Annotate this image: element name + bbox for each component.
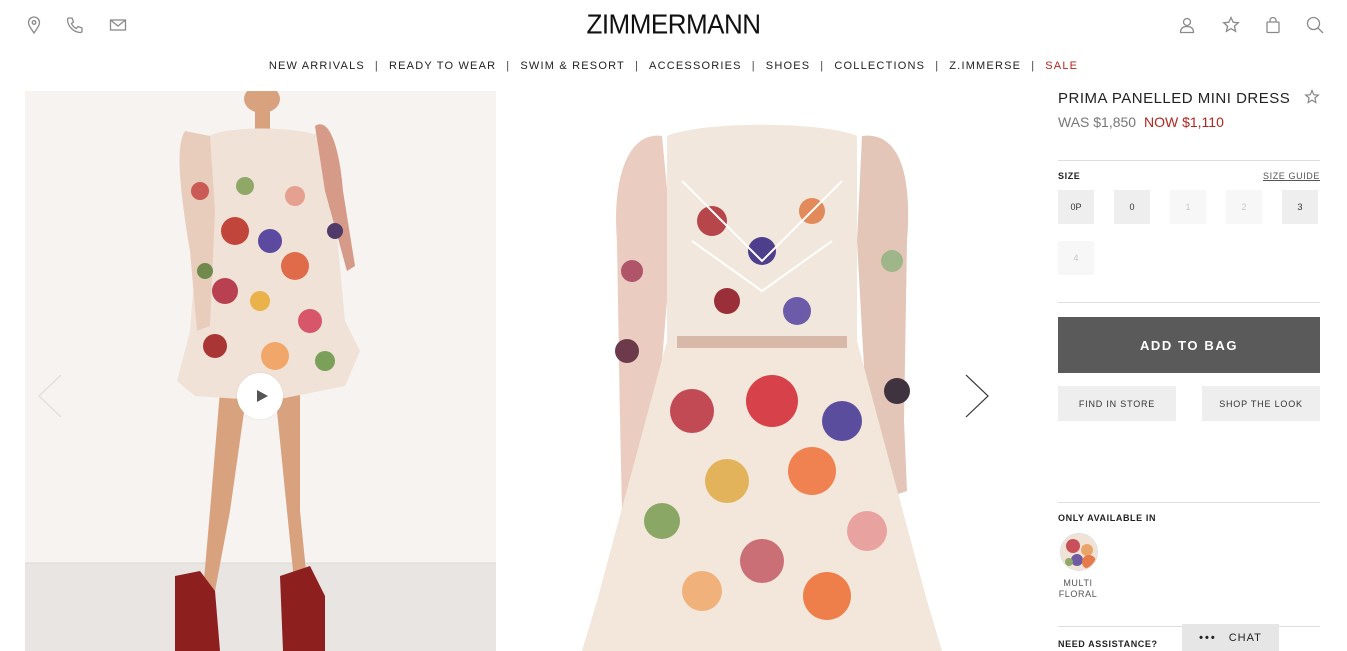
size-option-3[interactable]: 3	[1282, 190, 1318, 224]
divider	[1058, 502, 1320, 503]
nav-shoes[interactable]: SHOES	[756, 60, 821, 72]
play-icon	[256, 390, 268, 402]
account-icon[interactable]	[1177, 15, 1197, 35]
chevron-right-icon	[965, 374, 989, 418]
nav-swim-resort[interactable]: SWIM & RESORT	[510, 60, 635, 72]
price-block: WAS $1,850 NOW $1,110	[1058, 114, 1224, 130]
product-title: PRIMA PANELLED MINI DRESS	[1058, 90, 1291, 107]
bag-icon[interactable]	[1263, 15, 1283, 35]
chat-button[interactable]: ••• CHAT	[1182, 624, 1279, 651]
chat-dots-icon: •••	[1199, 631, 1217, 644]
model-illustration	[25, 91, 496, 651]
product-image-front[interactable]	[512, 91, 1022, 651]
next-image-arrow[interactable]	[964, 373, 990, 419]
nav-accessories[interactable]: ACCESSORIES	[639, 60, 752, 72]
size-option-1[interactable]: 1	[1170, 190, 1206, 224]
site-header: ZIMMERMANN	[0, 0, 1347, 52]
main-navigation: NEW ARRIVALS | READY TO WEAR | SWIM & RE…	[0, 60, 1347, 72]
shop-the-look-button[interactable]: SHOP THE LOOK	[1202, 386, 1320, 421]
search-icon[interactable]	[1305, 15, 1325, 35]
size-label: SIZE	[1058, 171, 1081, 181]
chat-label: CHAT	[1228, 631, 1262, 644]
divider	[1058, 160, 1320, 161]
need-assistance-label: NEED ASSISTANCE?	[1058, 639, 1158, 649]
play-video-button[interactable]	[237, 373, 283, 419]
find-in-store-button[interactable]: FIND IN STORE	[1058, 386, 1176, 421]
color-swatch-multi-floral[interactable]	[1060, 533, 1098, 571]
add-to-wishlist-button[interactable]	[1304, 88, 1320, 105]
now-price: NOW $1,110	[1143, 114, 1224, 130]
wishlist-star-icon[interactable]	[1221, 15, 1241, 35]
size-option-2[interactable]: 2	[1226, 190, 1262, 224]
nav-collections[interactable]: COLLECTIONS	[824, 60, 935, 72]
size-option-0[interactable]: 0	[1114, 190, 1150, 224]
size-option-4[interactable]: 4	[1058, 241, 1094, 275]
swatch-label: MULTI FLORAL	[1058, 578, 1098, 599]
was-price: WAS $1,850	[1058, 114, 1137, 130]
product-image-model[interactable]	[25, 91, 496, 651]
size-option-0p[interactable]: 0P	[1058, 190, 1094, 224]
divider	[1058, 302, 1320, 303]
floral-swatch-image	[1061, 534, 1097, 570]
nav-new-arrivals[interactable]: NEW ARRIVALS	[259, 60, 375, 72]
size-guide-link[interactable]: SIZE GUIDE	[1263, 171, 1320, 181]
nav-sale[interactable]: SALE	[1035, 60, 1088, 72]
wishlist-star-icon	[1304, 88, 1320, 104]
nav-ready-to-wear[interactable]: READY TO WEAR	[379, 60, 506, 72]
prev-image-arrow[interactable]	[37, 373, 63, 419]
dress-illustration	[582, 124, 942, 651]
brand-logo[interactable]: ZIMMERMANN	[0, 8, 1347, 41]
add-to-bag-button[interactable]: ADD TO BAG	[1058, 317, 1320, 373]
only-available-in-label: ONLY AVAILABLE IN	[1058, 513, 1157, 523]
chevron-left-icon	[38, 374, 62, 418]
nav-z-immerse[interactable]: Z.IMMERSE	[939, 60, 1031, 72]
